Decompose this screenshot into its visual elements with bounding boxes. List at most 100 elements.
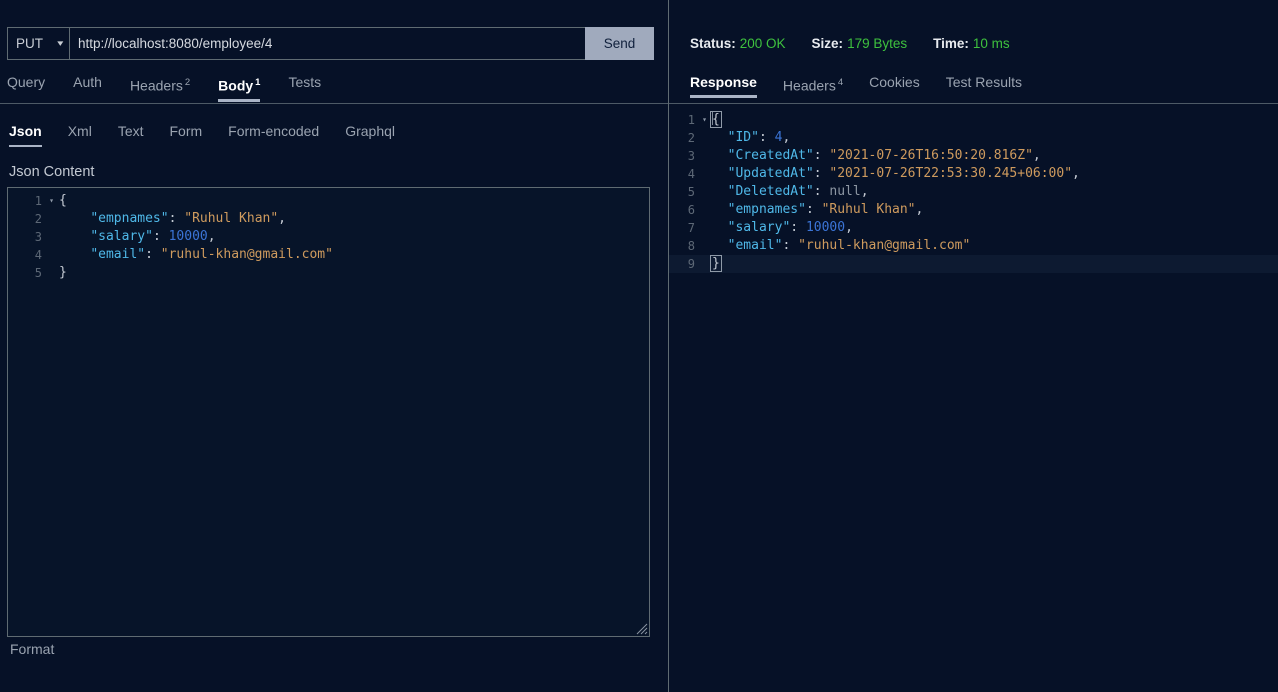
code-token: "salary" (90, 229, 153, 244)
panel-divider[interactable] (668, 0, 669, 692)
request-body-code[interactable]: 1 ▾{2 "empnames": "Ruhul Khan", 3 "salary"… (8, 188, 649, 282)
send-button-label: Send (603, 36, 636, 51)
status-label: Status: (690, 36, 736, 51)
line-number: 2 (34, 212, 42, 226)
code-line: 9} (669, 255, 1278, 273)
body-tab-json[interactable]: Json (9, 123, 42, 147)
code-token: "salary" (727, 220, 791, 235)
code-text: { (57, 192, 67, 210)
response-panel: Status: 200 OK Size: 179 Bytes Time: 10 ms … (669, 0, 1278, 692)
request-body-editor[interactable]: 1 ▾{2 "empnames": "Ruhul Khan", 3 "salary"… (7, 187, 650, 637)
request-panel: PUT ▾ Send Query Auth Headers2 Body1 Tests J… (0, 0, 668, 692)
code-token: , (1072, 166, 1080, 181)
code-token: { (59, 193, 67, 208)
code-token: "CreatedAt" (727, 148, 814, 163)
tab-label: Query (7, 74, 46, 90)
time-label: Time: (933, 36, 969, 51)
code-token: : (168, 211, 185, 226)
code-text: "email": "ruhul-khan@gmail.com" (710, 237, 971, 255)
body-tab-text[interactable]: Text (118, 123, 144, 147)
resp-tab-test-results[interactable]: Test Results (946, 74, 1022, 98)
body-tab-graphql[interactable]: Graphql (345, 123, 395, 147)
tab-body[interactable]: Body 1 (218, 74, 261, 102)
response-tabs: Response Headers 4 Cookies Test Results (690, 74, 1048, 102)
line-number: 3 (687, 149, 695, 163)
resp-tab-cookies[interactable]: Cookies (869, 74, 920, 98)
response-body-viewer[interactable]: 1 ▾{2 "ID": 4, 3 "CreatedAt": "2021-07-26T… (669, 107, 1278, 692)
body-tab-form-encoded[interactable]: Form-encoded (228, 123, 319, 147)
code-token: , (207, 229, 216, 244)
code-text: "salary": 10000, (710, 219, 853, 237)
resp-tab-headers[interactable]: Headers 4 (783, 74, 843, 102)
code-line: 5} (8, 264, 649, 282)
fold-arrow-icon[interactable]: ▾ (699, 111, 710, 129)
tab-query[interactable]: Query (7, 74, 45, 98)
size-label: Size: (811, 36, 844, 51)
response-body-code[interactable]: 1 ▾{2 "ID": 4, 3 "CreatedAt": "2021-07-26T… (669, 107, 1278, 273)
code-line: 3 "CreatedAt": "2021-07-26T16:50:20.816Z… (669, 147, 1278, 165)
code-token: : (805, 202, 822, 217)
line-number: 4 (34, 248, 42, 262)
tab-headers[interactable]: Headers 2 (130, 74, 190, 102)
tab-label: Test Results (945, 74, 1022, 90)
code-line: 2 "ID": 4, (669, 129, 1278, 147)
code-token: , (1032, 148, 1041, 163)
line-number: 1 (34, 194, 42, 208)
line-number: 6 (687, 203, 695, 217)
send-button[interactable]: Send (585, 27, 654, 60)
code-token: , (782, 130, 791, 145)
code-token: : (758, 130, 775, 145)
line-number: 8 (687, 239, 695, 253)
code-text: } (710, 255, 722, 273)
code-token: "email" (90, 247, 146, 262)
code-text: { (710, 111, 722, 129)
body-tab-form[interactable]: Form (170, 123, 203, 147)
code-token: "DeletedAt" (727, 184, 814, 199)
editor-resize-handle[interactable] (634, 621, 648, 635)
code-line: 8 "email": "ruhul-khan@gmail.com" (669, 237, 1278, 255)
code-token: "Ruhul Khan" (184, 211, 279, 226)
tab-tests[interactable]: Tests (288, 74, 321, 98)
tab-label: Text (117, 123, 144, 139)
http-method-value: PUT (16, 36, 43, 51)
code-token: : (152, 229, 169, 244)
request-url-row: PUT ▾ Send (7, 27, 654, 60)
code-token: "ruhul-khan@gmail.com" (798, 238, 971, 253)
body-tab-xml[interactable]: Xml (68, 123, 92, 147)
code-token: : (782, 238, 799, 253)
url-input[interactable] (69, 27, 585, 60)
code-token: { (710, 111, 722, 128)
resp-tab-response[interactable]: Response (690, 74, 757, 98)
line-number: 3 (34, 230, 42, 244)
code-token: } (59, 265, 67, 280)
line-number: 2 (687, 131, 695, 145)
code-text: "CreatedAt": "2021-07-26T16:50:20.816Z", (710, 147, 1041, 165)
http-method-select[interactable]: PUT ▾ (7, 27, 69, 60)
code-token: "2021-07-26T22:53:30.245+06:00" (829, 166, 1073, 181)
tab-label: Form-encoded (228, 123, 320, 139)
code-text: "DeletedAt": null, (710, 183, 869, 201)
fold-arrow-icon[interactable]: ▾ (46, 192, 57, 210)
code-token: "ruhul-khan@gmail.com" (160, 247, 333, 262)
code-token: 10000 (805, 220, 846, 235)
code-token: : (813, 184, 830, 199)
code-text: "ID": 4, (710, 129, 791, 147)
status-value: 200 OK (739, 36, 786, 51)
tab-auth[interactable]: Auth (73, 74, 102, 98)
format-button[interactable]: Format (10, 641, 54, 657)
code-token: : (813, 148, 830, 163)
code-line: 1 ▾{ (669, 111, 1278, 129)
code-token: , (860, 184, 869, 199)
size-value: 179 Bytes (847, 36, 908, 51)
code-line: 6 "empnames": "Ruhul Khan", (669, 201, 1278, 219)
code-line: 4 "UpdatedAt": "2021-07-26T22:53:30.245+… (669, 165, 1278, 183)
code-token: : (790, 220, 806, 235)
tab-badge: 1 (255, 77, 261, 88)
code-line: 4 "email": "ruhul-khan@gmail.com" (8, 246, 649, 264)
code-text: "empnames": "Ruhul Khan", (710, 201, 924, 219)
code-token: "UpdatedAt" (727, 166, 814, 181)
